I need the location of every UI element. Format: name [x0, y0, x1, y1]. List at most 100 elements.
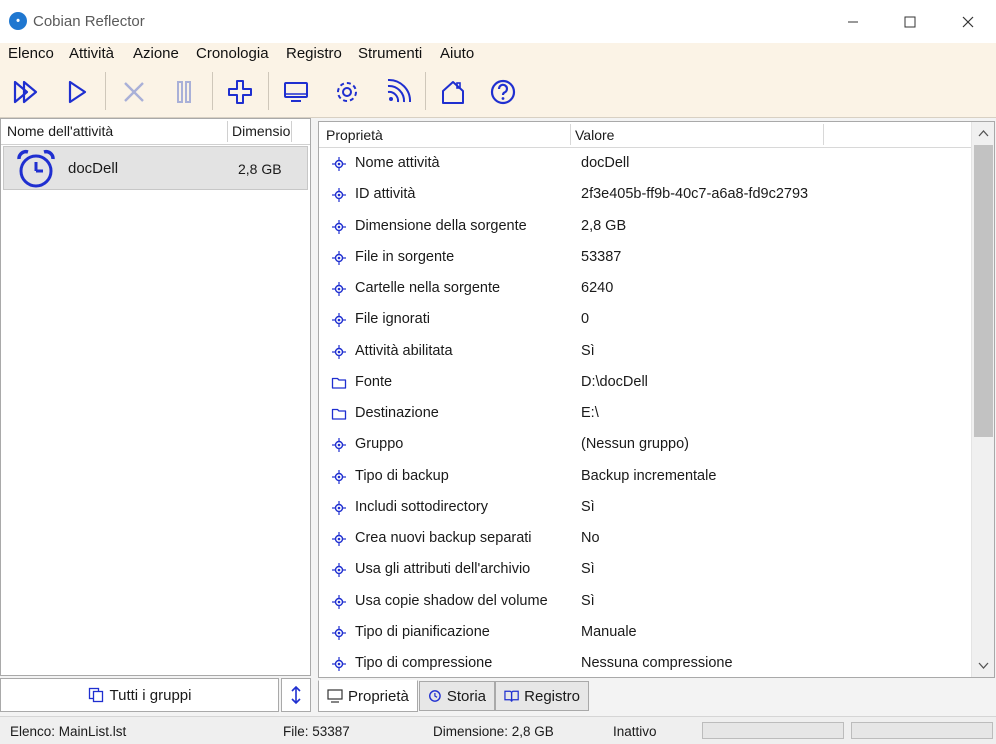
folder-icon — [331, 406, 347, 422]
add-task-button[interactable] — [222, 74, 258, 110]
column-separator[interactable] — [823, 124, 824, 145]
scrollbar-thumb[interactable] — [974, 145, 993, 437]
menu-attivita[interactable]: Attività — [69, 45, 114, 62]
property-value: 2,8 GB — [581, 217, 627, 234]
status-state: Inattivo — [613, 724, 657, 739]
property-row[interactable]: Gruppo (Nessun gruppo) — [319, 429, 971, 460]
help-icon — [490, 79, 516, 105]
menu-aiuto[interactable]: Aiuto — [440, 45, 474, 62]
property-icon — [331, 250, 347, 266]
sort-button[interactable] — [281, 678, 311, 712]
column-header-property[interactable]: Proprietà — [326, 127, 383, 143]
home-button[interactable] — [435, 74, 471, 110]
property-row[interactable]: Usa copie shadow del volume Sì — [319, 586, 971, 617]
property-value: 6240 — [581, 280, 614, 296]
progress-bar-secondary — [851, 722, 993, 739]
close-button[interactable] — [945, 7, 991, 37]
menu-cronologia[interactable]: Cronologia — [196, 45, 269, 62]
menu-strumenti[interactable]: Strumenti — [358, 45, 422, 62]
property-row[interactable]: Tipo di compressione Nessuna compressione — [319, 648, 971, 677]
property-value: docDell — [581, 155, 630, 171]
property-icon — [331, 500, 347, 516]
column-header-value[interactable]: Valore — [575, 127, 614, 143]
property-row[interactable]: Nome attività docDell — [319, 148, 971, 179]
property-icon — [331, 187, 347, 203]
network-button[interactable] — [379, 74, 415, 110]
status-list: Elenco: MainList.lst — [10, 724, 127, 739]
groups-button[interactable]: Tutti i gruppi — [0, 678, 279, 712]
task-list-item[interactable]: docDell 2,8 GB — [3, 146, 308, 190]
bottom-tabs: Proprietà Storia Registro — [318, 680, 995, 712]
property-row[interactable]: Dimensione della sorgente 2,8 GB — [319, 211, 971, 242]
column-separator[interactable] — [570, 124, 571, 145]
menu-bar: Elenco Attività Azione Cronologia Regist… — [0, 43, 996, 67]
property-value: Nessuna compressione — [581, 655, 733, 671]
scroll-up-arrow-icon[interactable] — [977, 127, 990, 140]
property-row[interactable]: Tipo di backup Backup incrementale — [319, 461, 971, 492]
scroll-down-arrow-icon[interactable] — [977, 659, 990, 672]
tab-registro[interactable]: Registro — [495, 681, 589, 711]
property-icon — [331, 312, 347, 328]
property-name: Destinazione — [355, 405, 439, 421]
settings-button[interactable] — [329, 74, 365, 110]
book-icon — [504, 690, 519, 702]
property-row[interactable]: ID attività 2f3e405b-ff9b-40c7-a6a8-fd9c2… — [319, 179, 971, 210]
monitor-icon — [284, 82, 308, 102]
column-separator[interactable] — [291, 121, 292, 142]
tab-proprieta[interactable]: Proprietà — [318, 680, 418, 712]
property-name: ID attività — [355, 186, 416, 203]
menu-azione[interactable]: Azione — [133, 45, 179, 62]
property-row[interactable]: Destinazione E:\ — [319, 398, 971, 429]
help-button[interactable] — [485, 74, 521, 110]
property-row[interactable]: Tipo di pianificazione Manuale — [319, 617, 971, 648]
property-icon — [331, 281, 347, 297]
toolbar-separator — [425, 72, 426, 110]
property-value: Sì — [581, 498, 595, 515]
property-row[interactable]: Crea nuovi backup separati No — [319, 523, 971, 554]
tab-storia[interactable]: Storia — [419, 681, 495, 711]
property-row[interactable]: File ignorati 0 — [319, 304, 971, 335]
maximize-button[interactable] — [887, 7, 933, 37]
property-icon — [331, 594, 347, 610]
property-name: Usa gli attributi dell'archivio — [355, 561, 531, 578]
column-separator[interactable] — [227, 121, 228, 142]
property-value: (Nessun gruppo) — [581, 436, 689, 453]
property-row[interactable]: Attività abilitata Sì — [319, 336, 971, 367]
home-icon — [442, 81, 464, 104]
column-header-size[interactable]: Dimensione — [232, 123, 290, 139]
column-header-name[interactable]: Nome dell'attività — [7, 123, 113, 139]
tab-label: Storia — [446, 687, 486, 705]
property-icon — [331, 531, 347, 547]
property-row[interactable]: Includi sottodirectory Sì — [319, 492, 971, 523]
property-name: Usa copie shadow del volume — [355, 592, 548, 609]
minimize-button[interactable] — [830, 7, 876, 37]
property-icon — [331, 156, 347, 172]
status-bar: Elenco: MainList.lst File: 53387 Dimensi… — [0, 716, 996, 744]
toolbar-separator — [212, 72, 213, 110]
pause-button[interactable] — [166, 74, 202, 110]
property-icon — [331, 656, 347, 672]
task-name: docDell — [68, 160, 119, 177]
menu-registro[interactable]: Registro — [286, 45, 342, 62]
property-name: Nome attività — [355, 155, 440, 171]
folder-icon — [331, 375, 347, 391]
property-value: 53387 — [581, 248, 622, 265]
property-icon — [331, 469, 347, 485]
add-icon — [228, 80, 252, 104]
cancel-button[interactable] — [116, 74, 152, 110]
property-row[interactable]: Usa gli attributi dell'archivio Sì — [319, 554, 971, 585]
cancel-icon — [124, 82, 144, 102]
property-row[interactable]: Fonte D:\docDell — [319, 367, 971, 398]
properties-scrollbar[interactable] — [971, 122, 994, 677]
run-icon — [68, 80, 87, 104]
properties-panel: Proprietà Valore Nome attività docDell ID … — [318, 121, 995, 678]
property-value: 0 — [581, 311, 590, 328]
run-button[interactable] — [59, 74, 95, 110]
property-row[interactable]: File in sorgente 53387 — [319, 242, 971, 273]
property-value: E:\ — [581, 405, 599, 421]
task-list-panel: Nome dell'attività Dimensione docDell 2,… — [0, 118, 311, 676]
property-row[interactable]: Cartelle nella sorgente 6240 — [319, 273, 971, 304]
run-all-button[interactable] — [8, 74, 44, 110]
monitor-button[interactable] — [278, 74, 314, 110]
menu-elenco[interactable]: Elenco — [8, 45, 54, 62]
